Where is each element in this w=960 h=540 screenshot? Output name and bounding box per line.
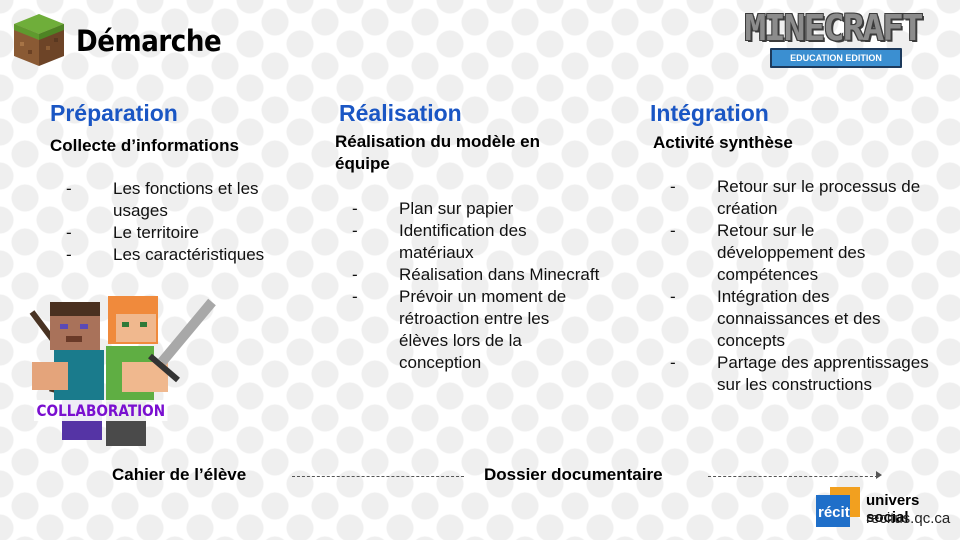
- bullet-dash: -: [670, 177, 676, 196]
- list-item: - Les fonctions et les usages: [66, 179, 259, 220]
- recit-logo-text: récit: [818, 504, 850, 521]
- bullet-dash: -: [66, 179, 72, 198]
- column-title-integration: Intégration: [650, 100, 769, 126]
- column-subtitle-realisation: Réalisation du modèle en équipe: [335, 132, 540, 173]
- flow-connector-arrow: [708, 476, 878, 477]
- minecraft-characters-icon: [29, 296, 216, 446]
- footer-website[interactable]: recitus.qc.ca: [866, 510, 950, 527]
- column-subtitle-preparation: Collecte d’informations: [50, 136, 239, 155]
- list-item: - Partage des apprentissages sur les cons…: [670, 353, 929, 394]
- recit-logo-icon: récit: [816, 487, 860, 527]
- bullet-dash: -: [352, 265, 358, 284]
- column-title-preparation: Préparation: [50, 100, 178, 126]
- bullet-dash: -: [670, 221, 676, 240]
- minecraft-education-logo: MINECRAFT EDUCATION EDITION: [722, 10, 944, 68]
- list-item: - Plan sur papier: [352, 199, 514, 218]
- bullet-dash: -: [66, 245, 72, 264]
- logo-wordmark: MINECRAFT: [744, 8, 923, 49]
- arrow-head-icon: [876, 471, 882, 479]
- bullet-dash: -: [352, 221, 358, 240]
- collaboration-label: COLLABORATION: [34, 400, 168, 421]
- list-item: - Identification des matériaux: [352, 221, 527, 262]
- list-item: - Intégration des connaissances et des co…: [670, 287, 881, 350]
- column-subtitle-integration: Activité synthèse: [653, 133, 793, 152]
- preparation-list: - Les fonctions et les usages - Le territo…: [66, 178, 306, 266]
- bullet-dash: -: [66, 223, 72, 242]
- column-title-realisation: Réalisation: [339, 100, 462, 126]
- collaboration-illustration: COLLABORATION: [22, 292, 222, 454]
- page-title: Démarche: [76, 24, 222, 58]
- bullet-dash: -: [352, 287, 358, 306]
- bullet-dash: -: [352, 199, 358, 218]
- realisation-list: - Plan sur papier - Identification des mat…: [352, 198, 602, 374]
- flow-connector: [292, 476, 464, 477]
- list-item: - Prévoir un moment de rétroaction entre …: [352, 287, 567, 372]
- list-item: - Réalisation dans Minecraft: [352, 265, 600, 284]
- list-item: - Les caractéristiques: [66, 245, 265, 264]
- bullet-dash: -: [670, 287, 676, 306]
- flow-step-dossier: Dossier documentaire: [484, 465, 663, 484]
- list-item: - Retour sur le développement des compéte…: [670, 221, 866, 284]
- grass-block-icon: [14, 14, 64, 66]
- bullet-dash: -: [670, 353, 676, 372]
- list-item: - Le territoire: [66, 223, 199, 242]
- integration-list: - Retour sur le processus de création - Re…: [670, 176, 930, 396]
- list-item: - Retour sur le processus de création: [670, 177, 921, 218]
- logo-edition-badge: EDUCATION EDITION: [770, 48, 902, 68]
- flow-step-cahier: Cahier de l’élève: [112, 465, 247, 484]
